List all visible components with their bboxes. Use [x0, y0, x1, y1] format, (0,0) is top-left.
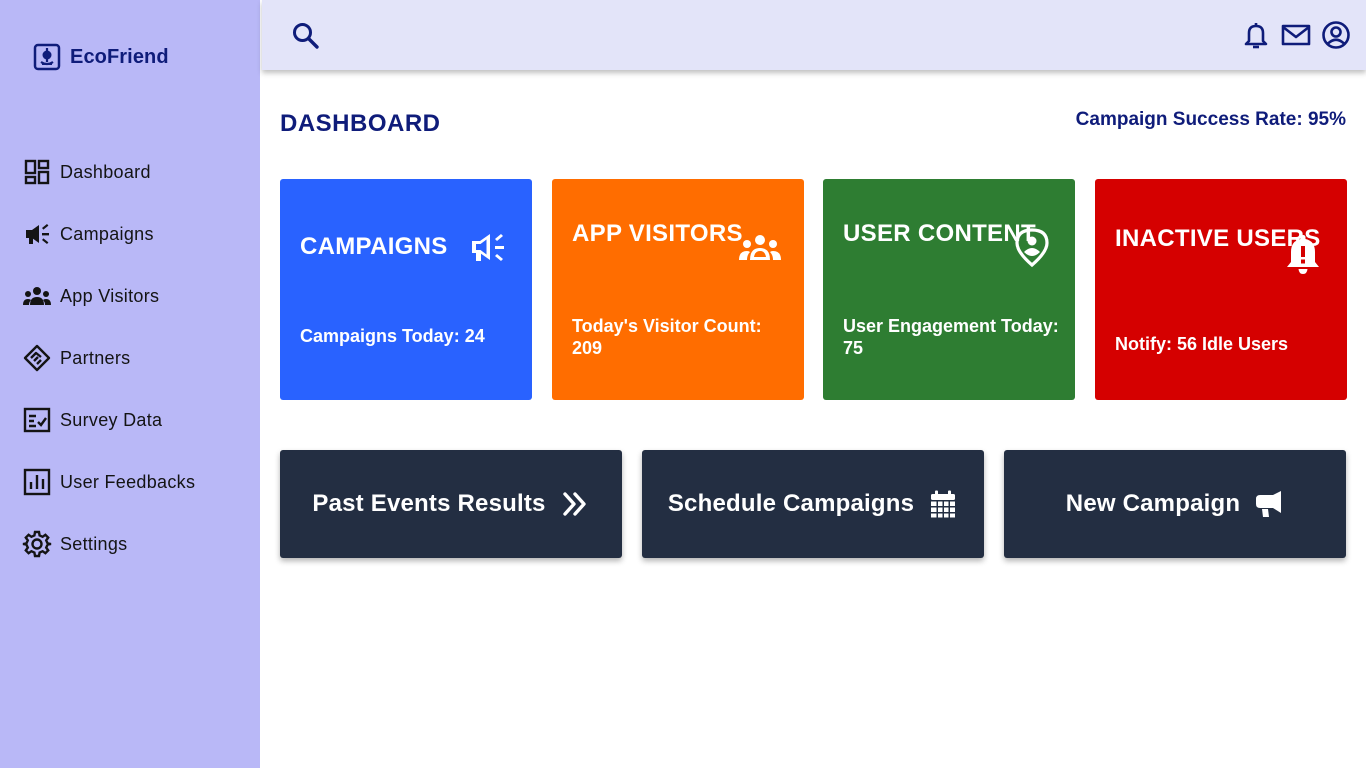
card-text: Today's Visitor Count: 209: [572, 316, 762, 358]
top-bar: [262, 0, 1366, 70]
sidebar-item-label: App Visitors: [60, 285, 160, 306]
sidebar-item-label: Partners: [60, 347, 131, 368]
sidebar-item-app-visitors[interactable]: App Visitors: [20, 265, 195, 327]
action-label: New Campaign: [1065, 490, 1241, 517]
account-icon[interactable]: [1320, 18, 1352, 52]
action-label: Past Events Results: [312, 490, 546, 517]
brand-name: EcoFriend: [70, 45, 169, 68]
brand[interactable]: EcoFriend: [32, 42, 169, 72]
mail-icon[interactable]: [1280, 18, 1312, 52]
card-text: Notify: 56 Idle Users: [1115, 334, 1289, 354]
bar-chart-icon: [20, 465, 54, 499]
megaphone-icon: [20, 217, 54, 251]
sidebar-item-user-feedbacks[interactable]: User Feedbacks: [20, 451, 195, 513]
card-title: USER CONTENT: [843, 220, 1036, 247]
bell-icon[interactable]: [1240, 18, 1272, 52]
eco-logo-icon: [33, 43, 61, 71]
card-title: CAMPAIGNS: [300, 233, 448, 260]
top-bar-actions: [1240, 18, 1352, 52]
card-inactive-users[interactable]: INACTIVE USERS Notify: 56 Idle Users: [1095, 179, 1347, 400]
sidebar-item-partners[interactable]: Partners: [20, 327, 195, 389]
double-chevron-right-icon: [562, 492, 586, 516]
past-events-results-button[interactable]: Past Events Results: [280, 450, 622, 558]
schedule-campaigns-button[interactable]: Schedule Campaigns: [642, 450, 984, 558]
dashboard-icon: [20, 155, 54, 189]
search-icon[interactable]: [290, 20, 322, 52]
location-person-icon: [1015, 228, 1049, 268]
sidebar-nav: Dashboard Campaigns App Visitors Partner…: [20, 141, 195, 575]
sidebar-item-settings[interactable]: Settings: [20, 513, 195, 575]
group-icon: [739, 235, 781, 260]
handshake-icon: [20, 341, 54, 375]
bell-alert-icon: [1287, 235, 1319, 274]
card-text: Campaigns Today: 24: [300, 326, 485, 346]
group-icon: [20, 279, 54, 313]
sidebar-item-label: Survey Data: [60, 409, 163, 430]
survey-icon: [20, 403, 54, 437]
card-app-visitors[interactable]: APP VISITORS Today's Visitor Count: 209: [552, 179, 804, 400]
sidebar-item-label: Settings: [60, 533, 128, 554]
new-campaign-button[interactable]: New Campaign: [1004, 450, 1346, 558]
sidebar-item-campaigns[interactable]: Campaigns: [20, 203, 195, 265]
page-title: DASHBOARD: [280, 110, 441, 137]
sidebar-item-survey-data[interactable]: Survey Data: [20, 389, 195, 451]
sidebar-item-label: Campaigns: [60, 223, 154, 244]
sidebar-item-label: User Feedbacks: [60, 471, 196, 492]
campaign-success-rate: Campaign Success Rate: 95%: [1075, 109, 1346, 130]
calendar-icon: [931, 490, 956, 518]
gear-icon: [20, 527, 54, 561]
sidebar-item-label: Dashboard: [60, 161, 151, 182]
sidebar: EcoFriend Dashboard Campaigns App Visito…: [0, 0, 260, 768]
megaphone-icon: [472, 234, 504, 261]
card-user-content[interactable]: USER CONTENT User Engagement Today: 75: [823, 179, 1075, 400]
action-label: Schedule Campaigns: [667, 490, 915, 517]
card-text: User Engagement Today: 75: [843, 316, 1059, 358]
sidebar-item-dashboard[interactable]: Dashboard: [20, 141, 195, 203]
card-title: APP VISITORS: [572, 220, 743, 247]
megaphone-icon: [1256, 491, 1282, 517]
card-campaigns[interactable]: CAMPAIGNS Campaigns Today: 24: [280, 179, 532, 400]
